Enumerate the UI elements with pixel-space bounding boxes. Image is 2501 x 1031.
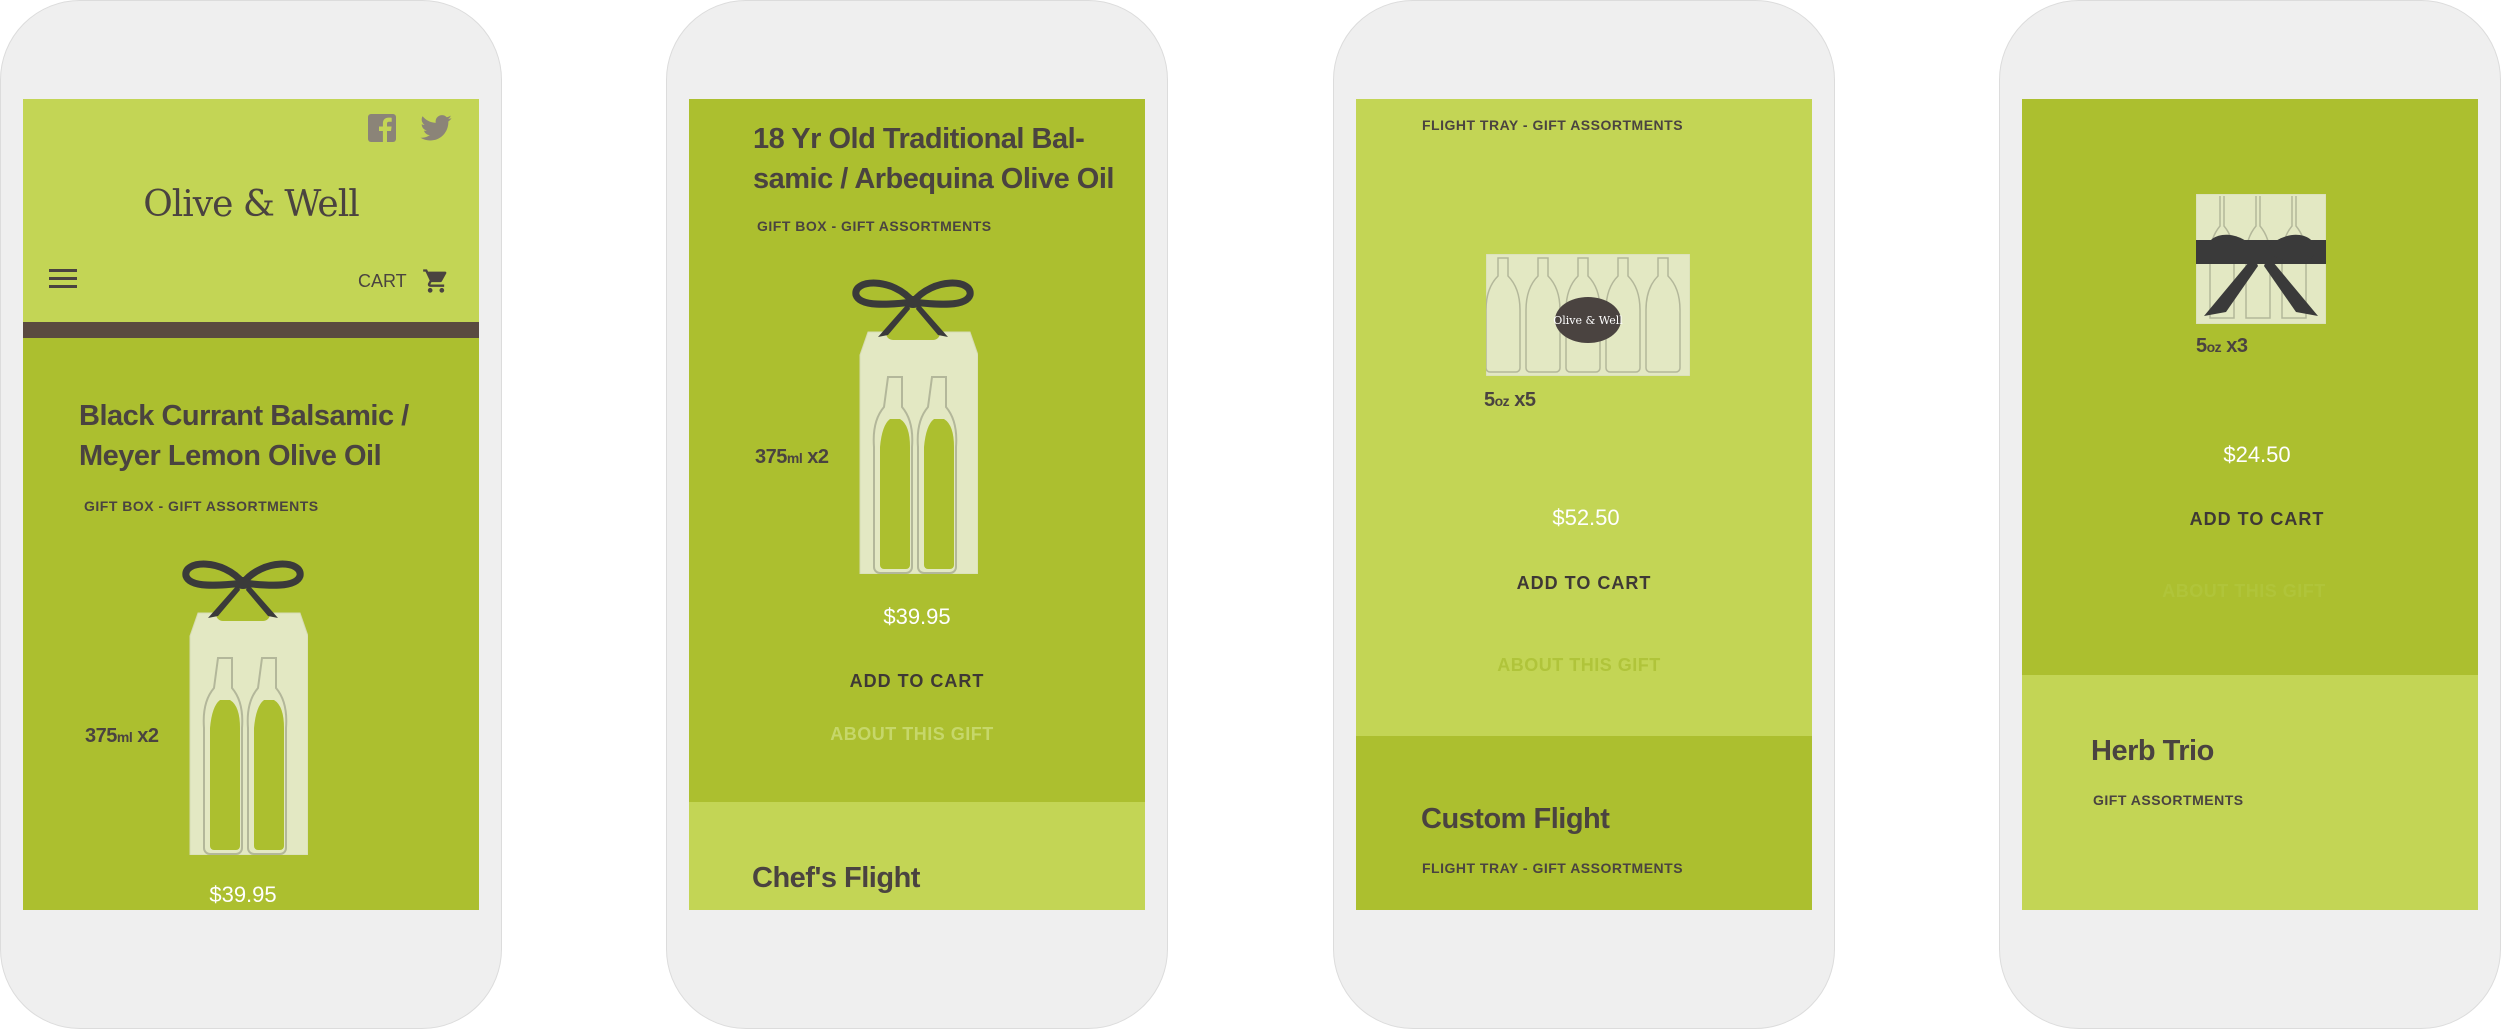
about-this-gift-link[interactable]: ABOUT THIS GIFT [2022, 581, 2466, 602]
product-price: $39.95 [883, 604, 951, 629]
add-to-cart-button[interactable]: ADD TO CART [1356, 573, 1812, 594]
add-to-cart-button[interactable]: ADD TO CART [2022, 509, 2478, 530]
site-logo[interactable]: Olive & Well [23, 184, 479, 225]
screen-4: 5oz x3 $24.50 ADD TO CART ABOUT THIS GIF… [2022, 99, 2478, 910]
phone-mockup-4: 5oz x3 $24.50 ADD TO CART ABOUT THIS GIF… [1999, 0, 2501, 1029]
product-price: $24.50 [2223, 442, 2291, 467]
facebook-icon[interactable] [368, 114, 396, 147]
screen-1: Olive & Well CART Black Currant Balsamic… [23, 99, 479, 910]
phone-mockup-3: FLIGHT TRAY - GIFT ASSORTMENTS Olive & W… [1333, 0, 1835, 1029]
product-card: 5oz x3 $24.50 ADD TO CART ABOUT THIS GIF… [2022, 99, 2478, 675]
product-category: GIFT BOX - GIFT ASSORTMENTS [84, 498, 319, 514]
about-this-gift-link[interactable]: ABOUT THIS GIFT [1356, 655, 1802, 676]
product-category: FLIGHT TRAY - GIFT ASSORTMENTS [1422, 117, 1684, 133]
about-this-gift-link[interactable]: ABOUT THIS GIFT [689, 724, 1135, 745]
product-card: Black Currant Balsamic / Meyer Lemon Oli… [23, 338, 479, 910]
gift-box-image[interactable] [178, 558, 309, 860]
product-size: 375ml x2 [85, 725, 159, 747]
product-title[interactable]: Herb Trio [2091, 731, 2214, 771]
product-title[interactable]: Chef's Flight [752, 858, 920, 898]
product-card: 18 Yr Old Traditional Bal- samic / Arbeq… [689, 99, 1145, 802]
product-card: FLIGHT TRAY - GIFT ASSORTMENTS Olive & W… [1356, 99, 1812, 736]
phone-mockup-1: Olive & Well CART Black Currant Balsamic… [0, 0, 502, 1029]
product-title[interactable]: Black Currant Balsamic / Meyer Lemon Oli… [79, 396, 459, 476]
hamburger-icon[interactable] [49, 269, 77, 294]
phone-mockup-2: 18 Yr Old Traditional Bal- samic / Arbeq… [666, 0, 1168, 1029]
gift-box-image[interactable] [2195, 193, 2327, 329]
product-price: $52.50 [1552, 505, 1620, 530]
cart-link[interactable]: CART [358, 271, 407, 292]
product-size: 5oz x5 [1484, 389, 1536, 411]
product-card: Chef's Flight [689, 802, 1145, 910]
product-category: FLIGHT TRAY - GIFT ASSORTMENTS [1422, 860, 1684, 876]
product-category: GIFT BOX - GIFT ASSORTMENTS [757, 218, 992, 234]
product-card: Herb Trio GIFT ASSORTMENTS [2022, 675, 2478, 910]
badge-logo-text: Olive & Well [1553, 314, 1623, 327]
product-card: Custom Flight FLIGHT TRAY - GIFT ASSORTM… [1356, 736, 1812, 910]
twitter-icon[interactable] [420, 115, 452, 146]
product-category: GIFT ASSORTMENTS [2093, 792, 2244, 808]
product-size: 375ml x2 [755, 446, 829, 468]
product-price: $39.95 [209, 882, 277, 907]
add-to-cart-button[interactable]: ADD TO CART [689, 671, 1145, 692]
shopping-cart-icon[interactable] [421, 267, 451, 300]
header-divider [23, 322, 479, 338]
site-header: Olive & Well CART [23, 99, 479, 322]
flight-tray-image[interactable]: Olive & Well [1485, 253, 1691, 381]
product-size: 5oz x3 [2196, 335, 2248, 357]
product-title[interactable]: 18 Yr Old Traditional Bal- samic / Arbeq… [753, 119, 1143, 199]
product-title[interactable]: Custom Flight [1421, 799, 1610, 839]
gift-box-image[interactable] [848, 277, 979, 579]
screen-3: FLIGHT TRAY - GIFT ASSORTMENTS Olive & W… [1356, 99, 1812, 910]
screen-2: 18 Yr Old Traditional Bal- samic / Arbeq… [689, 99, 1145, 910]
